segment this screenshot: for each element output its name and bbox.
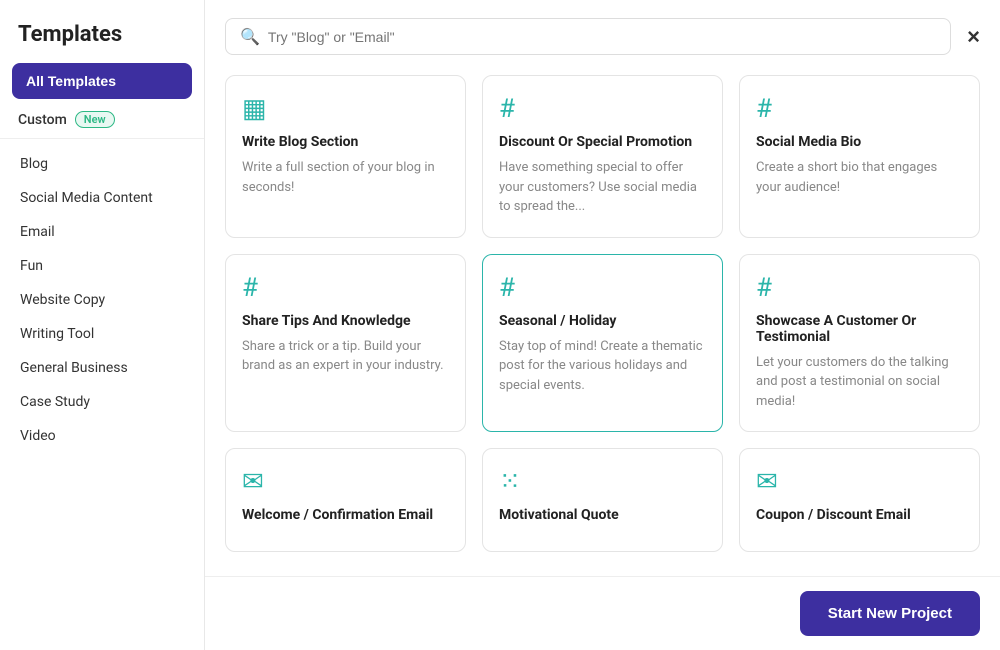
card-desc-3: Share a trick or a tip. Build your brand… [242,337,449,376]
template-card-8[interactable]: ✉ Coupon / Discount Email [739,448,980,552]
card-icon-6: ✉ [242,467,449,497]
sidebar-nav-item-website-copy[interactable]: Website Copy [0,283,204,317]
cards-grid: ▦ Write Blog Section Write a full section … [225,75,980,552]
sidebar-nav-item-email[interactable]: Email [0,215,204,249]
card-desc-5: Let your customers do the talking and po… [756,353,963,412]
card-title-1: Discount Or Special Promotion [499,134,706,150]
sidebar-title: Templates [0,0,204,59]
card-icon-2: # [756,94,963,124]
card-icon-1: # [499,94,706,124]
bottom-bar: Start New Project [205,576,1000,650]
main-content: 🔍 × ▦ Write Blog Section Write a full sect… [205,0,1000,650]
card-icon-8: ✉ [756,467,963,497]
sidebar-nav-item-blog[interactable]: Blog [0,147,204,181]
template-card-7[interactable]: ⁙ Motivational Quote [482,448,723,552]
template-card-2[interactable]: # Social Media Bio Create a short bio that… [739,75,980,238]
search-wrapper: 🔍 [225,18,951,55]
card-desc-4: Stay top of mind! Create a thematic post… [499,337,706,396]
card-icon-4: # [499,273,706,303]
template-card-3[interactable]: # Share Tips And Knowledge Share a trick o… [225,254,466,433]
template-card-0[interactable]: ▦ Write Blog Section Write a full section … [225,75,466,238]
sidebar-nav-item-social-media-content[interactable]: Social Media Content [0,181,204,215]
card-icon-0: ▦ [242,94,449,124]
sidebar-nav-item-writing-tool[interactable]: Writing Tool [0,317,204,351]
sidebar: Templates All Templates Custom New BlogS… [0,0,205,650]
template-card-5[interactable]: # Showcase A Customer Or Testimonial Let y… [739,254,980,433]
close-button[interactable]: × [967,26,980,48]
sidebar-nav-item-fun[interactable]: Fun [0,249,204,283]
search-input[interactable] [268,29,936,45]
custom-row: Custom New [0,103,204,138]
new-badge: New [75,111,115,128]
card-icon-3: # [242,273,449,303]
card-title-0: Write Blog Section [242,134,449,150]
card-title-8: Coupon / Discount Email [756,507,963,523]
main-header: 🔍 × [205,0,1000,69]
custom-label: Custom [18,112,67,128]
card-desc-0: Write a full section of your blog in sec… [242,158,449,197]
cards-scroll: ▦ Write Blog Section Write a full section … [205,69,1000,650]
card-title-6: Welcome / Confirmation Email [242,507,449,523]
card-title-5: Showcase A Customer Or Testimonial [756,313,963,345]
card-icon-5: # [756,273,963,303]
card-icon-7: ⁙ [499,467,706,497]
sidebar-divider [0,138,204,139]
template-card-1[interactable]: # Discount Or Special Promotion Have somet… [482,75,723,238]
card-title-2: Social Media Bio [756,134,963,150]
sidebar-nav-item-case-study[interactable]: Case Study [0,385,204,419]
template-card-6[interactable]: ✉ Welcome / Confirmation Email [225,448,466,552]
all-templates-button[interactable]: All Templates [12,63,192,99]
card-title-4: Seasonal / Holiday [499,313,706,329]
sidebar-nav: BlogSocial Media ContentEmailFunWebsite … [0,145,204,455]
sidebar-nav-item-general-business[interactable]: General Business [0,351,204,385]
card-desc-2: Create a short bio that engages your aud… [756,158,963,197]
template-card-4[interactable]: # Seasonal / Holiday Stay top of mind! Cre… [482,254,723,433]
start-new-project-button[interactable]: Start New Project [800,591,980,636]
card-title-3: Share Tips And Knowledge [242,313,449,329]
card-title-7: Motivational Quote [499,507,706,523]
search-icon: 🔍 [240,27,260,46]
card-desc-1: Have something special to offer your cus… [499,158,706,217]
sidebar-nav-item-video[interactable]: Video [0,419,204,453]
